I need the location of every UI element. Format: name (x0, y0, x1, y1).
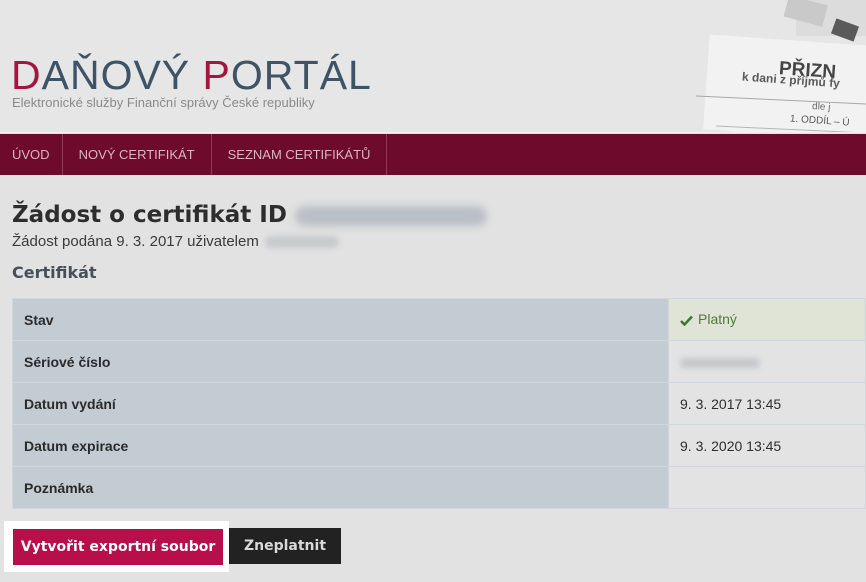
header-divider (0, 132, 866, 133)
row-label: Datum expirace (12, 424, 669, 467)
issue-date-value: 9. 3. 2017 13:45 (668, 382, 866, 425)
nav-item-novy-certifikat[interactable]: NOVÝ CERTIFIKÁT (63, 134, 212, 175)
row-label: Stav (12, 298, 669, 341)
portal-subtitle: Elektronické služby Finanční správy Česk… (12, 95, 315, 110)
table-row-datum-expirace: Datum expirace 9. 3. 2020 13:45 (12, 424, 866, 467)
row-label: Datum vydání (12, 382, 669, 425)
table-row-stav: Stav Platný (12, 298, 866, 341)
table-row-datum-vydani: Datum vydání 9. 3. 2017 13:45 (12, 382, 866, 425)
status-badge: Platný (698, 310, 737, 327)
table-row-seriove-cislo: Sériové číslo (12, 340, 866, 383)
form-line-2-text: dle j (812, 101, 831, 113)
header: DAŇOVÝ PORTÁL Elektronické služby Finanč… (0, 0, 866, 133)
nav-item-uvod[interactable]: ÚVOD (0, 134, 63, 175)
page-title-text: Žádost o certifikát ID (12, 202, 287, 228)
checkmark-icon (680, 313, 693, 329)
certificate-details-table: Stav Platný Sériové číslo Datum vydání 9… (12, 298, 866, 509)
table-row-poznamka: Poznámka (12, 466, 866, 509)
note-value (668, 466, 866, 509)
portal-logo-title[interactable]: DAŇOVÝ PORTÁL (11, 52, 372, 98)
redacted-certificate-id (294, 205, 487, 226)
row-label: Poznámka (12, 466, 669, 509)
page-title: Žádost o certifikát ID (12, 201, 487, 229)
request-submitted-info: Žádost podána 9. 3. 2017 uživatelem (12, 233, 339, 250)
tax-form-decoration-image: PŘIZN k dani z příjmů fy dle j 1. ODDÍL … (695, 0, 866, 133)
logo-text-part-2: ORTÁL (230, 52, 372, 98)
revoke-certificate-button[interactable]: Zneplatnit (229, 528, 341, 564)
logo-text-part-1: AŇOVÝ (41, 52, 203, 98)
certificate-section-title: Certifikát (12, 263, 97, 282)
nav-item-seznam-certifikatu[interactable]: SEZNAM CERTIFIKÁTŮ (212, 134, 388, 175)
serial-number-value (668, 340, 866, 383)
logo-letter-d: D (11, 52, 42, 98)
row-label: Sériové číslo (12, 340, 669, 383)
main-navigation: ÚVOD NOVÝ CERTIFIKÁT SEZNAM CERTIFIKÁTŮ (0, 134, 866, 175)
submitted-info-text: Žádost podána 9. 3. 2017 uživatelem (12, 233, 259, 250)
redacted-serial-number (680, 357, 760, 368)
expiry-date-value: 9. 3. 2020 13:45 (668, 424, 866, 467)
create-export-file-button[interactable]: Vytvořit exportní soubor (13, 529, 223, 565)
logo-letter-p: P (202, 52, 231, 98)
status-value-cell: Platný (668, 298, 866, 341)
redacted-username (264, 236, 339, 249)
